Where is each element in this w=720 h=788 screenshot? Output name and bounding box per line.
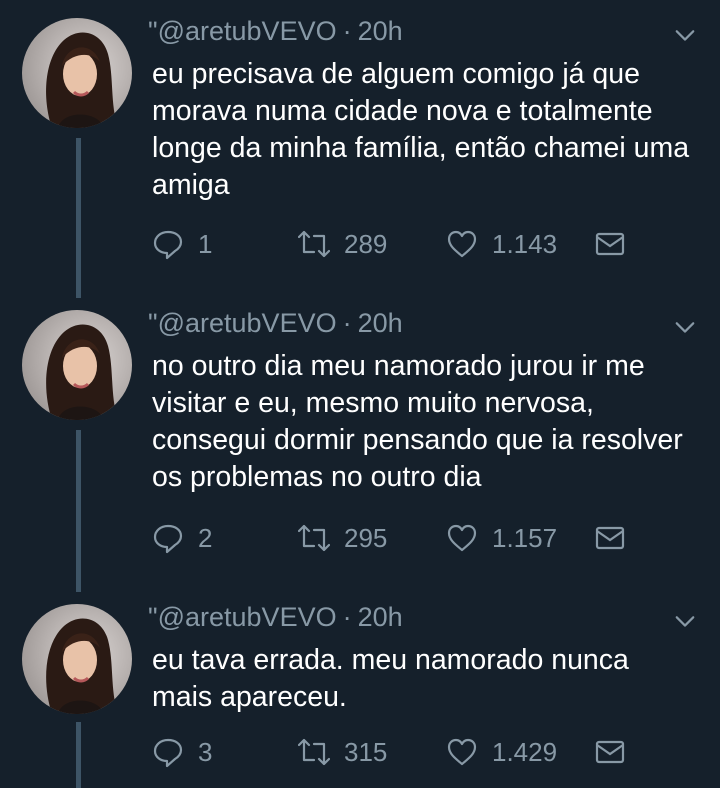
user-handle[interactable]: @aretubVEVO: [158, 308, 337, 338]
tweet-actions: 3 315 1.429: [152, 736, 652, 770]
like-icon: [447, 524, 477, 552]
direct-message-icon: [595, 526, 625, 550]
like-icon: [447, 230, 477, 258]
reply-icon: [153, 230, 183, 260]
tweet-text: eu precisava de alguem comigo já que mor…: [152, 58, 690, 201]
tweet-text: no outro dia meu namorado jurou ir me vi…: [152, 350, 683, 493]
tweet-time[interactable]: 20h: [358, 308, 403, 338]
tweet[interactable]: ʺ@aretubVEVO · 20h eu precisava de alguem …: [0, 0, 720, 292]
tweet[interactable]: ʺ@aretubVEVO · 20h no outro dia meu namora…: [0, 292, 720, 586]
direct-message-button[interactable]: [594, 228, 626, 260]
reply-button[interactable]: 2: [152, 522, 212, 554]
user-handle[interactable]: @aretubVEVO: [158, 16, 337, 46]
chevron-down-icon[interactable]: [674, 24, 696, 46]
header-separator: ·: [342, 308, 352, 338]
user-handle[interactable]: @aretubVEVO: [158, 602, 337, 632]
avatar-photo-icon: [46, 324, 118, 420]
verified-mark: ʺ: [148, 16, 158, 46]
retweet-button[interactable]: 315: [298, 736, 387, 768]
direct-message-button[interactable]: [594, 736, 626, 768]
retweet-icon: [298, 738, 330, 766]
avatar-photo-icon: [46, 32, 118, 128]
retweet-count: 315: [344, 736, 388, 767]
retweet-button[interactable]: 295: [298, 522, 387, 554]
header-separator: ·: [342, 602, 352, 632]
tweet-time[interactable]: 20h: [358, 602, 403, 632]
avatar[interactable]: [22, 18, 132, 128]
like-count: 1.429: [492, 736, 558, 767]
reply-count: 1: [198, 228, 213, 259]
reply-button[interactable]: 3: [152, 736, 212, 768]
reply-count: 3: [198, 736, 213, 767]
like-count: 1.157: [492, 522, 558, 553]
header-separator: ·: [342, 16, 352, 46]
chevron-down-icon[interactable]: [674, 610, 696, 632]
retweet-icon: [298, 524, 330, 552]
like-icon: [447, 738, 477, 766]
avatar[interactable]: [22, 604, 132, 714]
reply-button[interactable]: 1: [152, 228, 212, 260]
reply-icon: [153, 524, 183, 554]
retweet-count: 289: [344, 228, 388, 259]
tweet-header: ʺ@aretubVEVO · 20h: [148, 16, 403, 47]
tweet-time[interactable]: 20h: [358, 16, 403, 46]
tweet-actions: 2 295 1.157: [152, 522, 652, 556]
verified-mark: ʺ: [148, 602, 158, 632]
retweet-count: 295: [344, 522, 388, 553]
avatar-photo-icon: [46, 618, 118, 714]
retweet-icon: [298, 230, 330, 258]
like-button[interactable]: 1.157: [446, 522, 557, 554]
like-button[interactable]: 1.429: [446, 736, 557, 768]
tweet-actions: 1 289 1.143: [152, 228, 652, 262]
reply-icon: [153, 738, 183, 768]
avatar[interactable]: [22, 310, 132, 420]
like-button[interactable]: 1.143: [446, 228, 557, 260]
tweet-header: ʺ@aretubVEVO · 20h: [148, 308, 403, 339]
verified-mark: ʺ: [148, 308, 158, 338]
like-count: 1.143: [492, 228, 558, 259]
reply-count: 2: [198, 522, 213, 553]
direct-message-button[interactable]: [594, 522, 626, 554]
retweet-button[interactable]: 289: [298, 228, 387, 260]
direct-message-icon: [595, 740, 625, 764]
tweet-text: eu tava errada. meu namorado nunca mais …: [152, 644, 629, 713]
tweet-header: ʺ@aretubVEVO · 20h: [148, 602, 403, 633]
chevron-down-icon[interactable]: [674, 316, 696, 338]
tweet[interactable]: ʺ@aretubVEVO · 20h eu tava errada. meu nam…: [0, 586, 720, 788]
direct-message-icon: [595, 232, 625, 256]
